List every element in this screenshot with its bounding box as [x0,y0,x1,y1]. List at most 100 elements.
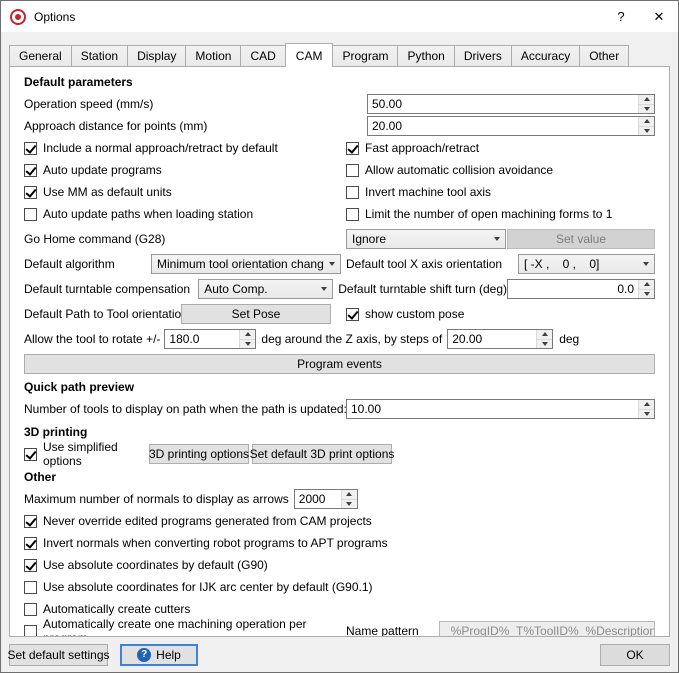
checkbox-box[interactable] [24,208,37,221]
turntable-comp-dropdown[interactable]: Auto Comp. [198,279,333,299]
spin-up-button[interactable] [638,95,654,104]
tab-station[interactable]: Station [71,45,128,66]
checkbox-auto-update-programs[interactable]: Auto update programs [24,163,346,177]
checkbox-row-3: Use MM as default units Invert machine t… [24,182,655,202]
turntable-shift-value[interactable]: 0.0 [508,280,638,298]
checkbox-label: Include a normal approach/retract by def… [43,141,278,155]
checkbox-box[interactable] [346,142,359,155]
checkbox-absolute-ijk-g901[interactable]: Use absolute coordinates for IJK arc cen… [24,580,373,594]
checkbox-box[interactable] [346,164,359,177]
spin-up-button[interactable] [638,280,654,289]
tab-python[interactable]: Python [397,45,454,66]
default-algorithm-label: Default algorithm [24,257,151,271]
spin-down-button[interactable] [638,409,654,419]
checkbox-use-mm-units[interactable]: Use MM as default units [24,185,346,199]
3d-printing-options-button[interactable]: 3D printing options [149,444,249,464]
checkbox-box[interactable] [24,603,37,616]
checkbox-box[interactable] [24,448,37,461]
ok-button[interactable]: OK [600,644,670,666]
spin-down-button[interactable] [239,339,255,349]
checkbox-include-normal-approach[interactable]: Include a normal approach/retract by def… [24,141,346,155]
tab-other[interactable]: Other [579,45,629,66]
checkbox-row-create-cutters: Automatically create cutters [24,599,655,619]
spin-down-button[interactable] [638,104,654,114]
default-algorithm-dropdown[interactable]: Minimum tool orientation change [151,254,341,274]
checkbox-box[interactable] [24,537,37,550]
spin-down-button[interactable] [341,499,357,509]
go-home-dropdown[interactable]: Ignore [346,229,506,249]
max-normals-value[interactable]: 2000 [295,490,341,508]
checkbox-collision-avoidance[interactable]: Allow automatic collision avoidance [346,163,553,177]
rotate-step-spinner[interactable]: 20.00 [447,329,553,349]
checkbox-box[interactable] [24,186,37,199]
checkbox-box[interactable] [346,208,359,221]
help-button[interactable]: ? Help [120,644,198,666]
tab-cam[interactable]: CAM [285,43,334,67]
checkbox-show-custom-pose[interactable]: show custom pose [346,307,464,321]
set-pose-button[interactable]: Set Pose [181,304,331,324]
checkbox-label: Use absolute coordinates by default (G90… [43,558,268,572]
spin-down-button[interactable] [536,339,552,349]
tools-display-value[interactable]: 10.00 [347,400,638,418]
checkbox-operation-per-program[interactable]: Automatically create one machining opera… [24,617,346,637]
spinner-arrows [638,117,654,135]
rotate-angle-value[interactable]: 180.0 [165,330,239,348]
spin-up-button[interactable] [638,400,654,409]
set-default-3d-print-options-button[interactable]: Set default 3D print options [252,444,392,464]
spin-up-button[interactable] [341,490,357,499]
window-help-button[interactable]: ? [602,1,640,32]
checkbox-fast-approach[interactable]: Fast approach/retract [346,141,479,155]
spinner-arrows [638,280,654,298]
spin-up-button[interactable] [638,117,654,126]
tab-motion[interactable]: Motion [185,45,241,66]
checkbox-auto-create-cutters[interactable]: Automatically create cutters [24,602,190,616]
checkbox-row-2: Auto update programs Allow automatic col… [24,160,655,180]
tab-cad[interactable]: CAD [240,45,285,66]
tab-general[interactable]: General [9,45,72,66]
checkbox-invert-machine-tool-axis[interactable]: Invert machine tool axis [346,185,491,199]
max-normals-spinner[interactable]: 2000 [294,489,358,509]
checkbox-use-simplified-options[interactable]: Use simplified options [24,440,149,468]
operation-speed-spinner[interactable]: 50.00 [367,94,655,114]
tab-drivers[interactable]: Drivers [454,45,512,66]
set-default-settings-button[interactable]: Set default settings [9,644,108,666]
checkbox-box[interactable] [24,581,37,594]
checkbox-limit-machining-forms[interactable]: Limit the number of open machining forms… [346,207,612,221]
tools-display-spinner[interactable]: 10.00 [346,399,655,419]
checkbox-box[interactable] [24,164,37,177]
checkbox-label: Invert normals when converting robot pro… [43,536,388,550]
checkbox-invert-normals[interactable]: Invert normals when converting robot pro… [24,536,388,550]
tool-x-axis-dropdown[interactable]: [ -X , 0 , 0] [518,254,655,274]
checkbox-absolute-g90[interactable]: Use absolute coordinates by default (G90… [24,558,268,572]
tab-display[interactable]: Display [127,45,186,66]
rotate-angle-spinner[interactable]: 180.0 [164,329,256,349]
cam-tab-panel: Default parameters Operation speed (mm/s… [9,66,670,637]
checkbox-box[interactable] [24,559,37,572]
name-pattern-label: Name pattern [346,624,419,637]
rotate-step-value[interactable]: 20.00 [448,330,536,348]
spin-down-button[interactable] [638,126,654,136]
approach-distance-value[interactable]: 20.00 [368,117,638,135]
spin-up-button[interactable] [239,330,255,339]
checkbox-box[interactable] [24,625,37,638]
checkbox-box[interactable] [346,186,359,199]
checkbox-auto-update-paths[interactable]: Auto update paths when loading station [24,207,346,221]
tab-accuracy[interactable]: Accuracy [511,45,580,66]
checkbox-box[interactable] [24,515,37,528]
path-to-tool-row: Default Path to Tool orientation Set Pos… [24,304,655,324]
help-icon: ? [137,648,151,662]
chevron-down-icon [315,280,332,298]
program-events-button[interactable]: Program events [24,354,655,374]
tab-program[interactable]: Program [332,45,398,66]
operation-speed-value[interactable]: 50.00 [368,95,638,113]
checkbox-never-override[interactable]: Never override edited programs generated… [24,514,372,528]
spin-up-button[interactable] [536,330,552,339]
approach-distance-spinner[interactable]: 20.00 [367,116,655,136]
turntable-shift-spinner[interactable]: 0.0 [507,279,655,299]
checkbox-box[interactable] [24,142,37,155]
spin-down-button[interactable] [638,289,654,299]
window-close-button[interactable]: ✕ [640,1,678,32]
rotate-label-suffix: deg [559,332,579,346]
checkbox-box[interactable] [346,308,359,321]
checkbox-label: Auto update paths when loading station [43,207,253,221]
